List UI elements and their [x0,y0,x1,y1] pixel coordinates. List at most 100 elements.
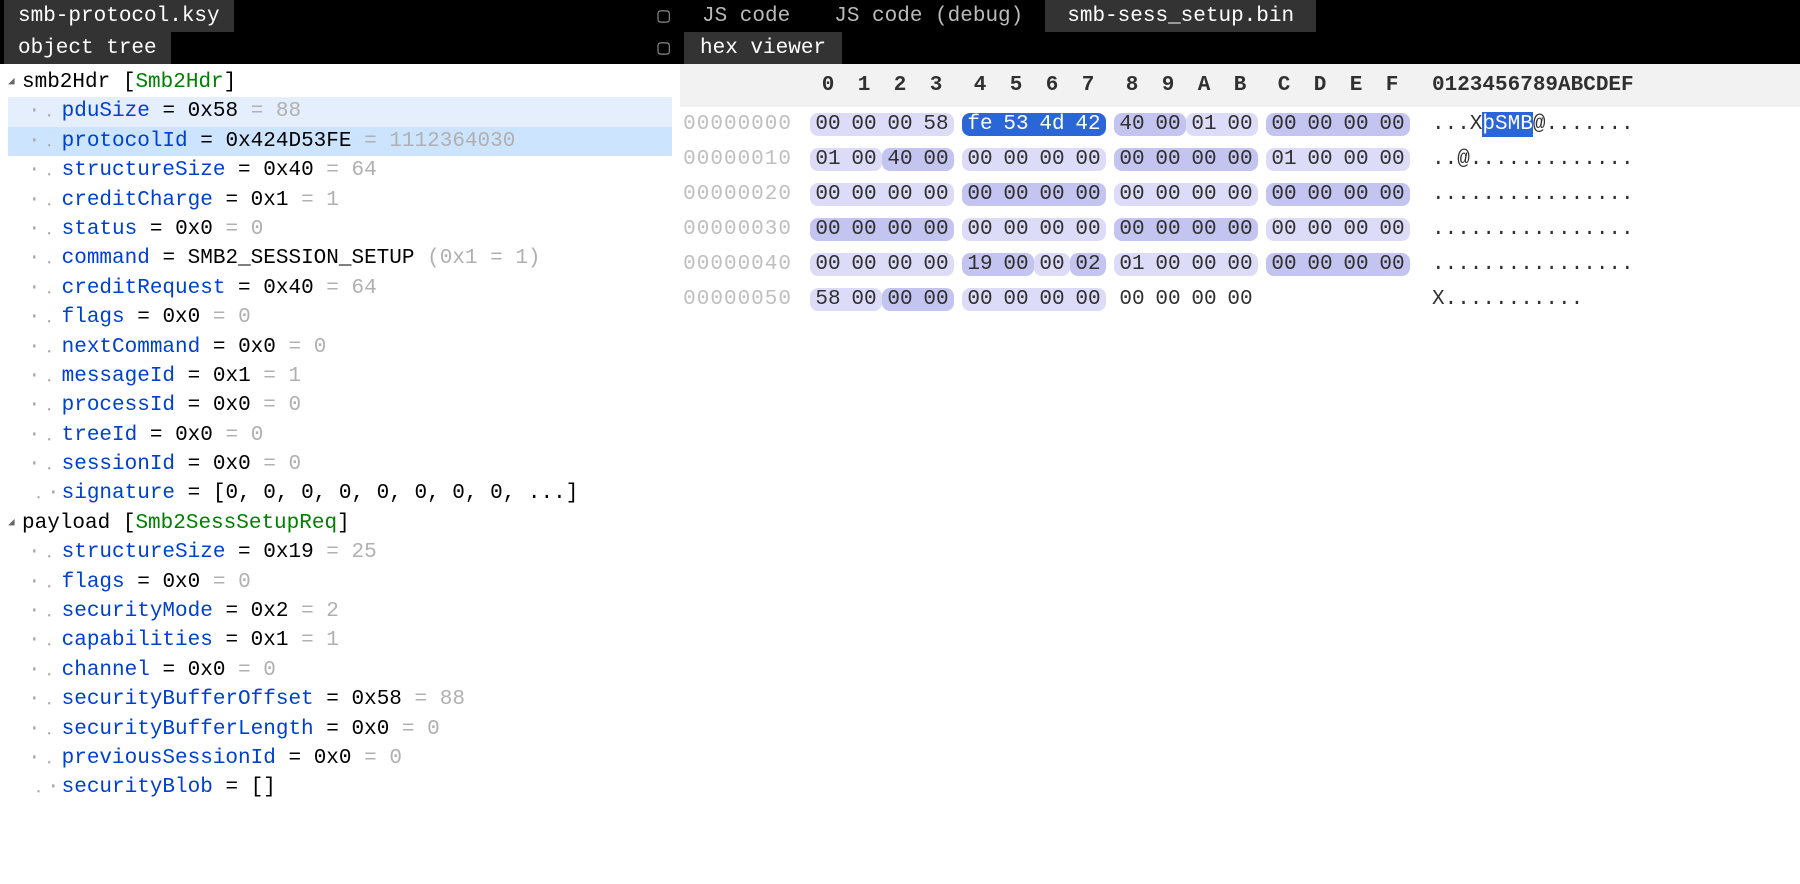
tree-row[interactable]: ·﹒treeId = 0x0 = 0 [8,421,672,450]
hex-byte[interactable] [1338,288,1374,311]
ascii-column[interactable]: ..@............. [1432,148,1634,171]
tree-row[interactable]: ·﹒command = SMB2_SESSION_SETUP (0x1 = 1) [8,244,672,273]
tree-row[interactable]: ﹒·securityBlob = [] [8,773,672,802]
hex-byte[interactable]: 00 [1222,253,1258,276]
tree-row[interactable]: ·﹒creditRequest = 0x40 = 64 [8,274,672,303]
tree-row[interactable]: ·﹒creditCharge = 0x1 = 1 [8,186,672,215]
hex-byte[interactable]: 58 [918,113,954,136]
tree-row[interactable]: ·﹒protocolId = 0x424D53FE = 1112364030 [8,127,672,156]
tree-row[interactable]: ·﹒flags = 0x0 = 0 [8,303,672,332]
hex-byte[interactable]: 00 [810,183,846,206]
hex-byte[interactable]: 00 [1338,218,1374,241]
hex-byte[interactable]: 00 [1374,253,1410,276]
hex-byte[interactable]: 00 [962,218,998,241]
hex-byte[interactable]: 00 [1114,218,1150,241]
hex-byte[interactable]: 00 [1222,218,1258,241]
hex-byte[interactable]: 58 [810,288,846,311]
hex-byte[interactable]: 00 [1266,253,1302,276]
ascii-column[interactable]: ................ [1432,218,1634,241]
hex-byte[interactable]: 00 [810,253,846,276]
hex-byte[interactable]: 00 [1374,183,1410,206]
tree-row[interactable]: ·﹒nextCommand = 0x0 = 0 [8,333,672,362]
hex-body[interactable]: 0000000000000058fe534d424000010000000000… [680,107,1800,884]
tree-row[interactable]: ◢payload [Smb2SessSetupReq] [8,509,672,538]
hex-row[interactable]: 0000001001004000000000000000000001000000… [680,142,1800,177]
hex-byte[interactable]: 00 [1302,218,1338,241]
hex-byte[interactable]: 00 [1150,113,1186,136]
hex-byte[interactable]: 00 [998,218,1034,241]
hex-byte[interactable]: 01 [1114,253,1150,276]
hex-byte[interactable]: 42 [1070,113,1106,136]
hex-byte[interactable] [1374,288,1410,311]
hex-byte[interactable]: 00 [1302,113,1338,136]
tree-row[interactable]: ·﹒capabilities = 0x1 = 1 [8,626,672,655]
hex-byte[interactable]: 00 [846,288,882,311]
hex-byte[interactable]: 00 [810,113,846,136]
hex-byte[interactable]: 00 [1374,148,1410,171]
hex-byte[interactable]: 00 [882,288,918,311]
hex-byte[interactable]: 00 [1374,113,1410,136]
hex-row[interactable]: 0000003000000000000000000000000000000000… [680,212,1800,247]
hex-byte[interactable]: 00 [1266,183,1302,206]
hex-byte[interactable]: 19 [962,253,998,276]
tab-js-code[interactable]: JS code [680,0,812,32]
hex-byte[interactable]: 00 [1070,148,1106,171]
hex-byte[interactable]: 00 [1186,183,1222,206]
tab-maximize-icon[interactable]: ▢ [647,3,680,29]
ascii-column[interactable]: ...XþSMB@....... [1432,113,1634,136]
hex-byte[interactable]: 00 [1338,113,1374,136]
hex-byte[interactable]: 00 [1150,288,1186,311]
hex-byte[interactable]: 00 [918,288,954,311]
hex-byte[interactable]: 00 [1034,183,1070,206]
tab-js-code-debug-[interactable]: JS code (debug) [812,0,1045,32]
hex-byte[interactable]: fe [962,113,998,136]
tree-row[interactable]: ·﹒securityBufferLength = 0x0 = 0 [8,715,672,744]
tree-row[interactable]: ·﹒channel = 0x0 = 0 [8,656,672,685]
tree-row[interactable]: ﹒·signature = [0, 0, 0, 0, 0, 0, 0, 0, .… [8,479,672,508]
tab-object-tree[interactable]: object tree [4,32,171,64]
tab-hex-viewer[interactable]: hex viewer [684,32,842,64]
tree-row[interactable]: ◢smb2Hdr [Smb2Hdr] [8,68,672,97]
hex-byte[interactable]: 00 [962,148,998,171]
tree-row[interactable]: ·﹒securityBufferOffset = 0x58 = 88 [8,685,672,714]
hex-byte[interactable]: 00 [1114,288,1150,311]
hex-byte[interactable]: 00 [1186,148,1222,171]
tree-row[interactable]: ·﹒structureSize = 0x19 = 25 [8,538,672,567]
hex-byte[interactable]: 00 [918,218,954,241]
hex-byte[interactable]: 00 [1034,148,1070,171]
hex-byte[interactable]: 00 [882,218,918,241]
hex-byte[interactable]: 00 [846,183,882,206]
hex-byte[interactable]: 4d [1034,113,1070,136]
tree-row[interactable]: ·﹒processId = 0x0 = 0 [8,391,672,420]
ascii-column[interactable]: ................ [1432,253,1634,276]
hex-byte[interactable]: 00 [918,148,954,171]
hex-byte[interactable]: 00 [1374,218,1410,241]
hex-row[interactable]: 0000002000000000000000000000000000000000… [680,177,1800,212]
hex-byte[interactable]: 00 [1150,183,1186,206]
tree-row[interactable]: ·﹒securityMode = 0x2 = 2 [8,597,672,626]
hex-byte[interactable]: 00 [1034,288,1070,311]
expand-icon[interactable]: ◢ [8,75,22,90]
hex-byte[interactable]: 00 [1186,288,1222,311]
hex-byte[interactable]: 01 [1186,113,1222,136]
hex-byte[interactable]: 00 [962,183,998,206]
hex-byte[interactable]: 00 [918,183,954,206]
tree-row[interactable]: ·﹒pduSize = 0x58 = 88 [8,97,672,126]
hex-byte[interactable]: 00 [810,218,846,241]
tree-row[interactable]: ·﹒sessionId = 0x0 = 0 [8,450,672,479]
hex-byte[interactable]: 00 [1114,183,1150,206]
hex-byte[interactable]: 00 [846,218,882,241]
hex-byte[interactable]: 00 [1222,288,1258,311]
hex-byte[interactable]: 00 [918,253,954,276]
tree-row[interactable]: ·﹒structureSize = 0x40 = 64 [8,156,672,185]
hex-byte[interactable]: 00 [1222,113,1258,136]
hex-byte[interactable]: 00 [998,288,1034,311]
hex-byte[interactable]: 00 [998,253,1034,276]
hex-row[interactable]: 00000050580000000000000000000000X.......… [680,282,1800,317]
tab-maximize-icon[interactable]: ▢ [647,35,680,61]
tab-smb-sess-setup-bin[interactable]: smb-sess_setup.bin [1045,0,1316,32]
tree-row[interactable]: ·﹒messageId = 0x1 = 1 [8,362,672,391]
hex-byte[interactable]: 00 [846,253,882,276]
object-tree[interactable]: ◢smb2Hdr [Smb2Hdr]·﹒pduSize = 0x58 = 88·… [0,64,680,884]
hex-row[interactable]: 0000000000000058fe534d424000010000000000… [680,107,1800,142]
